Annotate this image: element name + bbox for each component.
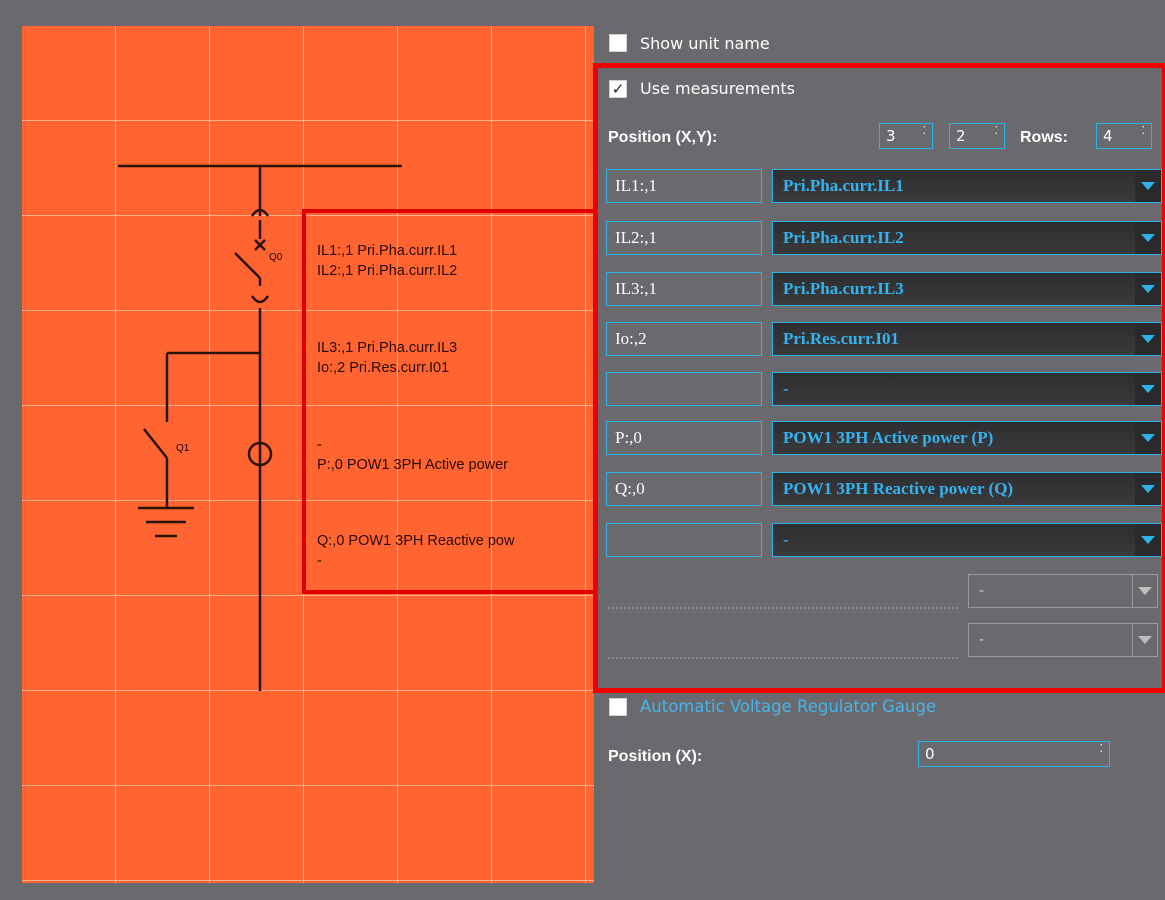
dropdown-arrow-icon[interactable]	[1135, 373, 1161, 405]
measurement-line: -	[317, 437, 322, 453]
position-y-spinner[interactable]: 2 ⁚	[949, 123, 1005, 149]
extra-select[interactable]: -	[968, 574, 1158, 608]
measurement-line: P:,0 POW1 3PH Active power	[317, 457, 508, 473]
q0-blade	[234, 252, 261, 279]
position-x-single-value: 0	[925, 745, 935, 763]
spin-arrows-icon[interactable]: ⁚	[923, 125, 927, 136]
measurement-label-input[interactable]	[606, 523, 762, 557]
bottom-strip	[0, 883, 1165, 900]
spin-arrows-icon[interactable]: ⁚	[1100, 743, 1104, 754]
position-x-value: 3	[886, 127, 896, 145]
measurement-select[interactable]: Pri.Res.curr.I01	[772, 322, 1162, 356]
dropdown-arrow-icon[interactable]	[1135, 222, 1161, 254]
dropdown-arrow-icon[interactable]	[1135, 422, 1161, 454]
measurement-select-value: POW1 3PH Reactive power (Q)	[783, 479, 1014, 498]
measurement-label-input[interactable]: IL1:,1	[606, 169, 762, 203]
use-measurements-label[interactable]: Use measurements	[640, 79, 795, 98]
measurement-select-value: -	[783, 379, 789, 398]
spin-arrows-icon[interactable]: ⁚	[995, 125, 999, 136]
position-x-spinner[interactable]: 3 ⁚	[879, 123, 933, 149]
measurement-display-box[interactable]: IL1:,1 Pri.Pha.curr.IL1 IL2:,1 Pri.Pha.c…	[302, 209, 602, 594]
measurement-label-input[interactable]: Io:,2	[606, 322, 762, 356]
extra-select-value: -	[979, 583, 985, 599]
rows-value: 4	[1103, 127, 1113, 145]
measurement-label-input[interactable]: Q:,0	[606, 472, 762, 506]
measurement-select[interactable]: POW1 3PH Active power (P)	[772, 421, 1162, 455]
measurement-select-value: Pri.Pha.curr.IL1	[783, 176, 904, 195]
position-xy-label: Position (X,Y):	[608, 129, 718, 146]
dropdown-arrow-icon[interactable]	[1132, 575, 1157, 607]
measurement-select-value: Pri.Pha.curr.IL2	[783, 228, 904, 247]
measurement-line: Q:,0 POW1 3PH Reactive pow	[317, 533, 515, 549]
dropdown-arrow-icon[interactable]	[1132, 624, 1157, 656]
measurement-line: IL1:,1 Pri.Pha.curr.IL1	[317, 243, 458, 259]
dropdown-arrow-icon[interactable]	[1135, 323, 1161, 355]
checkmark-icon: ✓	[611, 79, 625, 98]
measurement-label-input[interactable]: IL3:,1	[606, 272, 762, 306]
dotted-divider	[608, 607, 958, 609]
q1-blade	[143, 428, 168, 459]
position-x-single-spinner[interactable]: 0 ⁚	[918, 741, 1110, 767]
measurement-select-value: Pri.Res.curr.I01	[783, 329, 899, 348]
spin-arrows-icon[interactable]: ⁚	[1142, 125, 1146, 136]
position-x-label: Position (X):	[608, 748, 703, 765]
q0-lower-cup	[250, 295, 270, 304]
measurement-select[interactable]: Pri.Pha.curr.IL1	[772, 169, 1162, 203]
measurement-select-value: -	[783, 530, 789, 549]
dotted-divider	[608, 657, 958, 659]
dropdown-arrow-icon[interactable]	[1135, 170, 1161, 202]
measurement-label-input[interactable]: IL2:,1	[606, 221, 762, 255]
measurement-select-value: POW1 3PH Active power (P)	[783, 428, 994, 447]
measurement-line: -	[317, 553, 322, 569]
avr-gauge-label[interactable]: Automatic Voltage Regulator Gauge	[640, 697, 936, 716]
extra-select[interactable]: -	[968, 623, 1158, 657]
dropdown-arrow-icon[interactable]	[1135, 473, 1161, 505]
show-unit-name-label[interactable]: Show unit name	[640, 34, 770, 53]
diagram-canvas[interactable]: Q0 Q1 IL1:,1 Pri.Pha.curr.IL1 IL2:,1 Pri…	[22, 26, 602, 883]
measurement-label-input[interactable]: P:,0	[606, 421, 762, 455]
position-y-value: 2	[956, 127, 966, 145]
measurement-select[interactable]: -	[772, 523, 1162, 557]
measurement-label-input[interactable]	[606, 372, 762, 406]
measurement-line: IL2:,1 Pri.Pha.curr.IL2	[317, 263, 458, 279]
dropdown-arrow-icon[interactable]	[1135, 273, 1161, 305]
measurement-line: IL3:,1 Pri.Pha.curr.IL3	[317, 340, 458, 356]
show-unit-name-checkbox[interactable]	[609, 34, 627, 52]
measurement-select[interactable]: -	[772, 372, 1162, 406]
measurement-line: Io:,2 Pri.Res.curr.I01	[317, 360, 450, 376]
rows-label: Rows:	[1020, 129, 1068, 146]
rows-spinner[interactable]: 4 ⁚	[1096, 123, 1152, 149]
dropdown-arrow-icon[interactable]	[1135, 524, 1161, 556]
q1-label: Q1	[176, 443, 190, 454]
q0-label: Q0	[269, 252, 283, 263]
use-measurements-checkbox[interactable]: ✓	[609, 80, 627, 98]
measurement-select-value: Pri.Pha.curr.IL3	[783, 279, 904, 298]
avr-gauge-checkbox[interactable]	[609, 698, 627, 716]
measurement-select[interactable]: Pri.Pha.curr.IL2	[772, 221, 1162, 255]
extra-select-value: -	[979, 632, 985, 648]
measurement-select[interactable]: Pri.Pha.curr.IL3	[772, 272, 1162, 306]
measurement-select[interactable]: POW1 3PH Reactive power (Q)	[772, 472, 1162, 506]
